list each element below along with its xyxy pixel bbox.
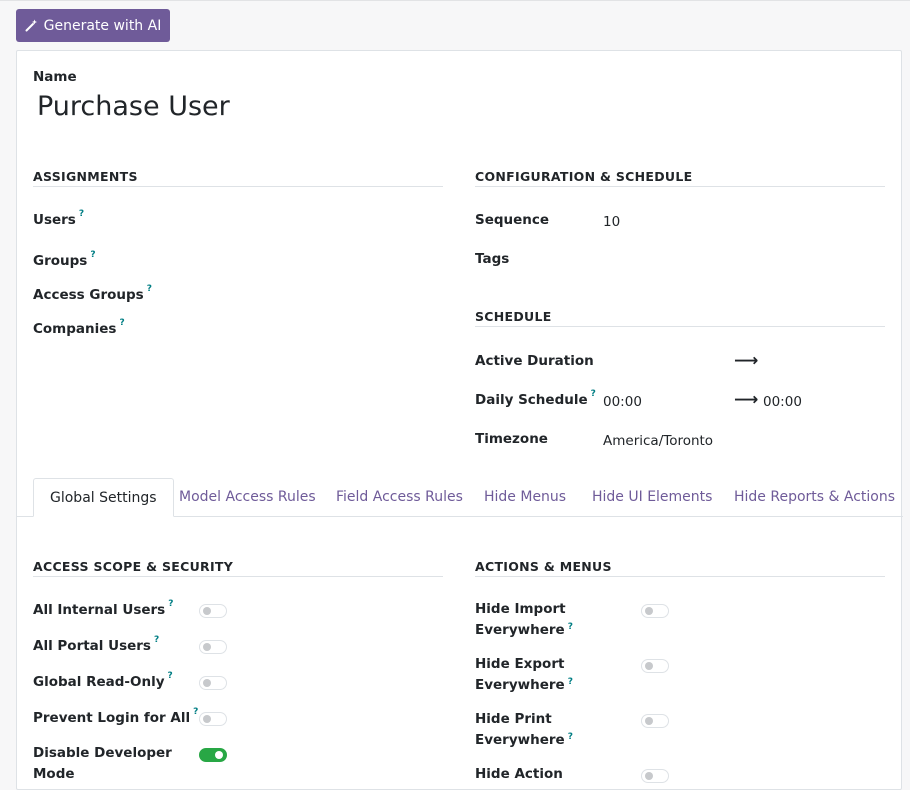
- daily-schedule-from-input[interactable]: 00:00: [603, 394, 642, 410]
- assignments-divider: [33, 186, 443, 187]
- form-sheet: Name Purchase User ASSIGNMENTS Users? Gr…: [16, 50, 903, 790]
- tab-field-access-rules[interactable]: Field Access Rules: [320, 478, 479, 517]
- top-divider: [0, 0, 910, 1]
- generate-with-ai-button[interactable]: Generate with AI: [16, 9, 170, 42]
- daily-schedule-label: Daily Schedule?: [475, 389, 596, 408]
- assignments-section-title: ASSIGNMENTS: [33, 169, 138, 184]
- hide-print-toggle[interactable]: [641, 714, 669, 728]
- prevent-login-toggle[interactable]: [199, 712, 227, 726]
- arrow-right-icon: ⟶: [734, 351, 759, 371]
- timezone-select[interactable]: America/Toronto: [603, 433, 713, 449]
- configuration-section-title: CONFIGURATION & SCHEDULE: [475, 169, 693, 184]
- hide-action-toggle[interactable]: [641, 769, 669, 783]
- global-read-only-label: Global Read-Only?: [33, 671, 173, 690]
- help-icon[interactable]: ?: [568, 732, 573, 742]
- arrow-right-icon: ⟶: [734, 390, 759, 410]
- prevent-login-label: Prevent Login for All?: [33, 707, 199, 726]
- all-portal-users-label: All Portal Users?: [33, 635, 160, 654]
- help-icon[interactable]: ?: [90, 250, 95, 260]
- help-icon[interactable]: ?: [568, 677, 573, 687]
- tab-hide-reports-actions[interactable]: Hide Reports & Actions: [718, 478, 910, 517]
- all-internal-users-label: All Internal Users?: [33, 599, 174, 618]
- hide-export-toggle[interactable]: [641, 659, 669, 673]
- hide-import-toggle[interactable]: [641, 604, 669, 618]
- help-icon[interactable]: ?: [119, 318, 124, 328]
- schedule-section-title: SCHEDULE: [475, 309, 552, 324]
- timezone-label: Timezone: [475, 431, 548, 447]
- tags-label: Tags: [475, 251, 510, 267]
- tab-hide-ui-elements[interactable]: Hide UI Elements: [576, 478, 728, 517]
- access-scope-divider: [33, 576, 443, 577]
- generate-with-ai-label: Generate with AI: [43, 17, 162, 34]
- help-icon[interactable]: ?: [568, 622, 573, 632]
- users-label: Users?: [33, 209, 85, 228]
- sequence-input[interactable]: 10: [603, 214, 620, 230]
- tab-global-settings[interactable]: Global Settings: [33, 478, 174, 517]
- name-input[interactable]: Purchase User: [37, 91, 230, 122]
- tab-model-access-rules[interactable]: Model Access Rules: [163, 478, 332, 517]
- help-icon[interactable]: ?: [168, 599, 173, 609]
- name-label: Name: [33, 69, 77, 85]
- access-groups-label: Access Groups?: [33, 284, 152, 303]
- schedule-divider: [475, 326, 885, 327]
- actions-menus-section-title: ACTIONS & MENUS: [475, 559, 612, 574]
- tab-hide-menus[interactable]: Hide Menus: [468, 478, 582, 517]
- disable-developer-mode-label: Disable Developer Mode: [33, 745, 172, 782]
- sequence-label: Sequence: [475, 212, 550, 228]
- hide-export-label: Hide Export Everywhere?: [475, 656, 573, 693]
- hide-action-label: Hide Action: [475, 766, 563, 782]
- help-icon[interactable]: ?: [168, 671, 173, 681]
- companies-label: Companies?: [33, 318, 125, 337]
- active-duration-label: Active Duration: [475, 353, 594, 369]
- groups-label: Groups?: [33, 250, 96, 269]
- all-internal-users-toggle[interactable]: [199, 604, 227, 618]
- help-icon[interactable]: ?: [591, 389, 596, 399]
- all-portal-users-toggle[interactable]: [199, 640, 227, 654]
- help-icon[interactable]: ?: [193, 707, 198, 717]
- help-icon[interactable]: ?: [154, 635, 159, 645]
- help-icon[interactable]: ?: [79, 209, 84, 219]
- hide-import-label: Hide Import Everywhere?: [475, 601, 573, 638]
- disable-developer-mode-toggle[interactable]: [199, 748, 227, 762]
- help-icon[interactable]: ?: [147, 284, 152, 294]
- global-read-only-toggle[interactable]: [199, 676, 227, 690]
- daily-schedule-to-input[interactable]: 00:00: [763, 394, 802, 410]
- hide-print-label: Hide Print Everywhere?: [475, 711, 573, 748]
- magic-wand-icon: [25, 19, 37, 32]
- access-scope-section-title: ACCESS SCOPE & SECURITY: [33, 559, 234, 574]
- configuration-divider: [475, 186, 885, 187]
- actions-menus-divider: [475, 576, 885, 577]
